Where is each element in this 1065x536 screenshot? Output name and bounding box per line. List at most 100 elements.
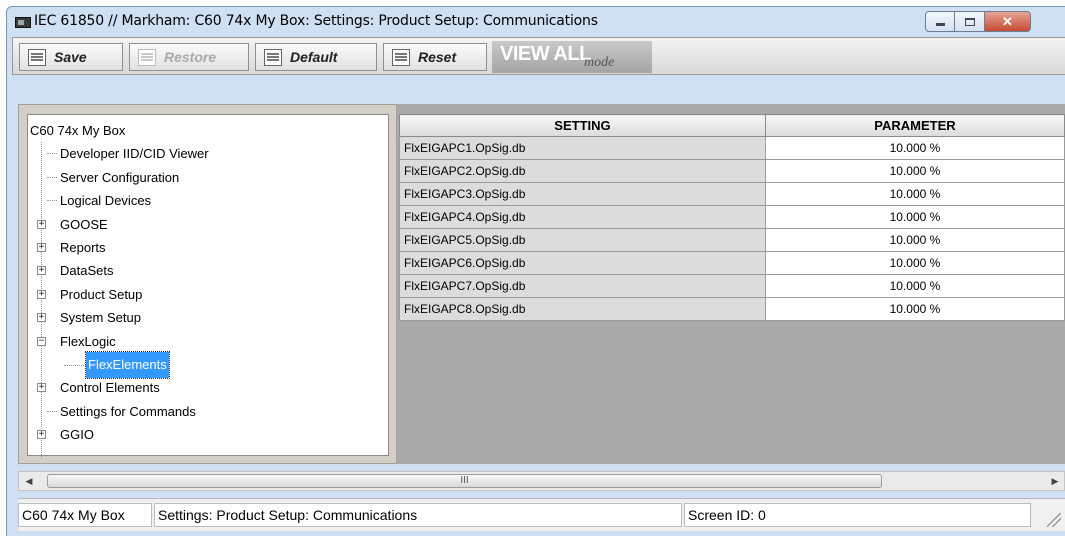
parameter-cell[interactable]: 10.000 % <box>764 136 1065 160</box>
table-row[interactable]: FlxEIGAPC3.OpSig.db 10.000 % <box>399 182 1065 206</box>
tree-item-label: Product Setup <box>60 286 143 302</box>
tree-item-server-configuration[interactable]: Server Configuration <box>36 166 211 189</box>
tree-item-datasets[interactable]: + DataSets <box>36 259 211 282</box>
save-button[interactable]: Save <box>19 43 123 71</box>
setting-cell: FlxEIGAPC2.OpSig.db <box>399 159 766 183</box>
setting-cell: FlxEIGAPC4.OpSig.db <box>399 205 766 229</box>
resize-grip-icon[interactable] <box>1047 513 1061 527</box>
expand-icon[interactable]: + <box>37 313 46 323</box>
window-title: IEC 61850 // Markham: C60 74x My Box: Se… <box>34 13 598 29</box>
maximize-icon <box>964 17 975 26</box>
default-button[interactable]: Default <box>255 43 377 71</box>
close-button[interactable]: ✕ <box>985 11 1031 32</box>
close-icon: ✕ <box>1002 13 1013 29</box>
setting-cell: FlxEIGAPC5.OpSig.db <box>399 228 766 252</box>
setting-cell: FlxEIGAPC1.OpSig.db <box>399 136 766 160</box>
expand-icon[interactable]: + <box>37 430 46 440</box>
table-row[interactable]: FlxEIGAPC4.OpSig.db 10.000 % <box>399 205 1065 229</box>
parameter-cell[interactable]: 10.000 % <box>764 182 1065 206</box>
tree-item-developer-iid-cid-viewer[interactable]: Developer IID/CID Viewer <box>36 142 211 165</box>
expand-icon[interactable]: + <box>37 383 46 393</box>
tree-root-label: C60 74x My Box <box>30 123 126 138</box>
tree-connector <box>47 200 57 202</box>
tree-item-goose[interactable]: + GOOSE <box>36 213 211 236</box>
tree-item-label: Reports <box>60 239 106 255</box>
parameter-cell[interactable]: 10.000 % <box>764 297 1065 321</box>
scroll-left-arrow-icon[interactable]: ◀ <box>20 473 38 489</box>
tree-item-flexlogic[interactable]: − FlexLogic <box>36 330 211 353</box>
status-path: Settings: Product Setup: Communications <box>154 503 682 527</box>
tree-connector <box>64 364 86 366</box>
tree-item-settings-for-commands[interactable]: Settings for Commands <box>36 400 211 423</box>
view-all-mode-label: mode <box>584 55 615 70</box>
default-label: Default <box>290 49 338 65</box>
setting-cell: FlxEIGAPC7.OpSig.db <box>399 274 766 298</box>
tree-root[interactable]: C60 74x My Box <box>30 119 211 142</box>
maximize-button[interactable] <box>955 11 985 32</box>
scroll-thumb[interactable]: III <box>47 474 882 488</box>
restore-button[interactable]: Restore <box>129 43 249 71</box>
parameter-cell[interactable]: 10.000 % <box>764 159 1065 183</box>
settings-grid: SETTING PARAMETER FlxEIGAPC1.OpSig.db 10.… <box>399 114 1065 321</box>
view-all-mode-button[interactable]: VIEW ALL mode <box>492 41 652 73</box>
tree-item-label: Developer IID/CID Viewer <box>60 146 209 162</box>
restore-label: Restore <box>164 49 217 65</box>
tree-item-system-setup[interactable]: + System Setup <box>36 306 211 329</box>
column-header-parameter[interactable]: PARAMETER <box>764 114 1065 137</box>
window-controls: ✕ <box>925 11 1031 33</box>
collapse-icon[interactable]: − <box>37 336 46 346</box>
tree-list: C60 74x My Box Developer IID/CID Viewer S… <box>30 119 211 459</box>
expand-icon[interactable]: + <box>37 289 46 299</box>
tree-item-label: Settings for Commands <box>60 403 196 419</box>
expand-icon[interactable]: + <box>37 266 46 276</box>
table-row[interactable]: FlxEIGAPC6.OpSig.db 10.000 % <box>399 251 1065 275</box>
parameter-cell[interactable]: 10.000 % <box>764 251 1065 275</box>
tree-item-ggio[interactable]: + GGIO <box>36 423 211 446</box>
save-icon <box>28 48 46 66</box>
scroll-right-arrow-icon[interactable]: ▶ <box>1046 473 1064 489</box>
expand-icon[interactable]: + <box>37 219 46 229</box>
title-bar[interactable]: IEC 61850 // Markham: C60 74x My Box: Se… <box>7 7 1065 37</box>
save-label: Save <box>54 49 87 65</box>
table-row[interactable]: FlxEIGAPC8.OpSig.db 10.000 % <box>399 297 1065 321</box>
table-row[interactable]: FlxEIGAPC5.OpSig.db 10.000 % <box>399 228 1065 252</box>
tree-item-label: System Setup <box>60 310 141 326</box>
column-header-setting[interactable]: SETTING <box>399 114 766 137</box>
parameter-cell[interactable]: 10.000 % <box>764 205 1065 229</box>
setting-cell: FlxEIGAPC6.OpSig.db <box>399 251 766 275</box>
tree-item-label: Server Configuration <box>60 169 180 185</box>
tree-connector <box>47 153 57 155</box>
tree-item-label-selected: FlexElements <box>85 351 170 379</box>
reset-button[interactable]: Reset <box>383 43 487 71</box>
table-row[interactable]: FlxEIGAPC7.OpSig.db 10.000 % <box>399 274 1065 298</box>
setting-cell: FlxEIGAPC3.OpSig.db <box>399 182 766 206</box>
app-icon <box>15 17 31 28</box>
tree-item-flexelements[interactable]: FlexElements <box>64 351 170 379</box>
restore-icon <box>138 48 156 66</box>
table-row[interactable]: FlxEIGAPC1.OpSig.db 10.000 % <box>399 136 1065 160</box>
tree-item-label: DataSets <box>60 263 114 279</box>
tree-item-label: GOOSE <box>60 216 108 232</box>
reset-label: Reset <box>418 49 457 65</box>
tree-item-label: Logical Devices <box>60 193 152 209</box>
settings-tree[interactable]: C60 74x My Box Developer IID/CID Viewer S… <box>27 114 389 459</box>
status-screen-id: Screen ID: 0 <box>684 503 1031 527</box>
view-all-label: VIEW ALL <box>500 43 591 65</box>
tree-item-control-elements[interactable]: + Control Elements <box>36 376 211 399</box>
table-row[interactable]: FlxEIGAPC2.OpSig.db 10.000 % <box>399 159 1065 183</box>
parameter-cell[interactable]: 10.000 % <box>764 274 1065 298</box>
status-device: C60 74x My Box <box>18 503 152 527</box>
status-bar: C60 74x My Box Settings: Product Setup: … <box>18 498 1065 531</box>
expand-icon[interactable]: + <box>37 242 46 252</box>
parameter-cell[interactable]: 10.000 % <box>764 228 1065 252</box>
reset-icon <box>392 48 410 66</box>
tree-item-label: Control Elements <box>60 380 160 396</box>
tree-item-logical-devices[interactable]: Logical Devices <box>36 189 211 212</box>
toolbar: Save Restore Default Reset VIEW ALL mode <box>12 37 1065 75</box>
tree-item-product-setup[interactable]: + Product Setup <box>36 283 211 306</box>
tree-item-reports[interactable]: + Reports <box>36 236 211 259</box>
horizontal-scrollbar[interactable]: ◀ III ▶ <box>18 471 1065 491</box>
minimize-button[interactable] <box>925 11 955 32</box>
tree-connector <box>47 410 57 412</box>
tree-item-label: GGIO <box>60 427 94 443</box>
